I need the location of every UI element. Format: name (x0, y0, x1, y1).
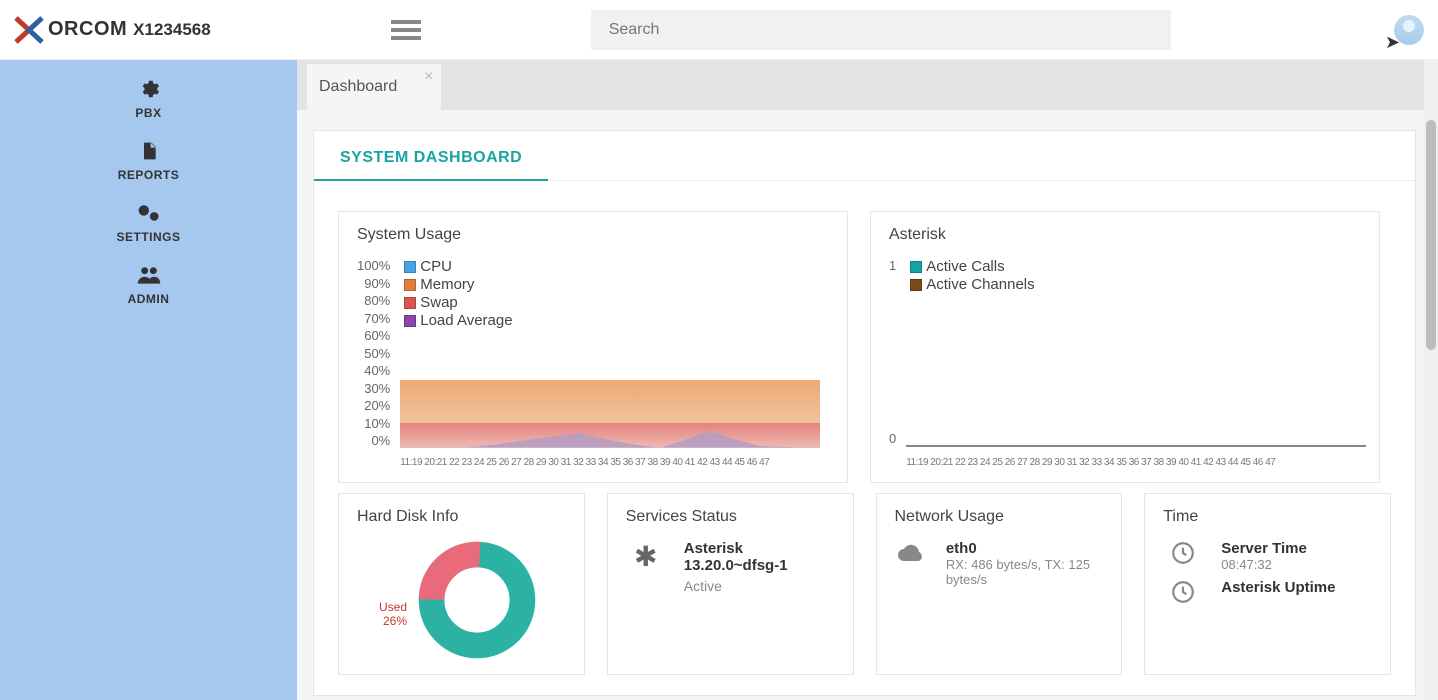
service-name: Asterisk (684, 540, 788, 557)
disk-donut-chart: Used 26% (357, 540, 537, 660)
legend-swatch-cpu-icon (404, 261, 416, 273)
card-title: Hard Disk Info (357, 508, 566, 526)
row-charts: System Usage 100%90%80%70%60%50%40%30%20… (314, 181, 1415, 493)
server-time-row: Server Time 08:47:32 (1163, 540, 1372, 573)
content-area: Dashboard × SYSTEM DASHBOARD System Usag… (297, 60, 1432, 700)
asterisk-chart: 10 Active Calls Active Channels 11:19 20… (889, 258, 1361, 468)
search-input[interactable] (591, 10, 1171, 50)
sidebar-item-reports[interactable]: REPORTS (107, 130, 190, 192)
panel-title[interactable]: SYSTEM DASHBOARD (314, 131, 548, 181)
service-row: ✱ Asterisk 13.20.0~dfsg-1 Active (626, 540, 835, 594)
card-title: System Usage (357, 226, 829, 244)
sidebar-item-label: SETTINGS (116, 230, 180, 244)
chart-plot-area: Active Calls Active Channels 11:19 20:21… (906, 258, 1361, 468)
service-version: 13.20.0~dfsg-1 (684, 557, 788, 574)
asterisk-icon: ✱ (626, 540, 666, 573)
server-time-label: Server Time (1221, 540, 1307, 557)
tab-label: Dashboard (319, 78, 397, 95)
sidebar-item-label: ADMIN (128, 292, 170, 306)
network-row: eth0 RX: 486 bytes/s, TX: 125 bytes/s (895, 540, 1104, 587)
system-usage-chart: 100%90%80%70%60%50%40%30%20%10%0% CPU Me… (357, 258, 829, 468)
vertical-scrollbar[interactable] (1424, 60, 1438, 700)
users-icon (136, 262, 162, 288)
scroll-thumb[interactable] (1426, 120, 1436, 350)
service-state: Active (684, 578, 788, 594)
clock-icon (1163, 579, 1203, 612)
sidebar: PBX REPORTS SETTINGS ADMIN (0, 60, 297, 700)
legend-swatch-activecalls-icon (910, 261, 922, 273)
card-time: Time Server Time 08:47:32 Asterisk Uptim… (1144, 493, 1391, 675)
area-chart-svg (400, 278, 820, 448)
dashboard-panel: SYSTEM DASHBOARD System Usage 100%90%80%… (313, 130, 1416, 696)
uptime-row: Asterisk Uptime (1163, 579, 1372, 612)
hamburger-icon (391, 20, 421, 24)
gear-icon (138, 76, 160, 102)
disk-used-percent: 26% (357, 614, 407, 628)
tab-bar: Dashboard × (297, 60, 1432, 110)
close-icon[interactable]: × (424, 68, 433, 86)
menu-toggle-button[interactable] (391, 15, 421, 45)
brand-logo: ORCOM X1234568 (14, 15, 211, 45)
card-title: Asterisk (889, 226, 1361, 244)
user-avatar[interactable] (1394, 15, 1424, 45)
chart-y-axis: 10 (889, 258, 902, 446)
tab-dashboard[interactable]: Dashboard × (307, 64, 441, 110)
sidebar-item-label: REPORTS (118, 168, 180, 182)
card-hard-disk: Hard Disk Info Used 26% (338, 493, 585, 675)
sidebar-item-admin[interactable]: ADMIN (107, 254, 190, 316)
chart-x-axis: 11:19 20:21 22 23 24 25 26 27 28 29 30 3… (906, 457, 1361, 468)
brand-logo-mark (14, 15, 44, 45)
line-chart-svg (906, 278, 1366, 448)
brand-name: ORCOM (48, 18, 127, 41)
top-header: ORCOM X1234568 (0, 0, 1438, 60)
search-container (591, 10, 1171, 50)
cloud-icon (895, 540, 928, 572)
card-network-usage: Network Usage eth0 RX: 486 bytes/s, TX: … (876, 493, 1123, 675)
clock-icon (1163, 540, 1203, 573)
card-services-status: Services Status ✱ Asterisk 13.20.0~dfsg-… (607, 493, 854, 675)
server-time-value: 08:47:32 (1221, 557, 1307, 572)
disk-used-label: Used (357, 600, 407, 614)
file-icon (139, 138, 159, 164)
card-system-usage: System Usage 100%90%80%70%60%50%40%30%20… (338, 211, 848, 483)
card-asterisk: Asterisk 10 Active Calls Active Channels… (870, 211, 1380, 483)
uptime-label: Asterisk Uptime (1221, 579, 1335, 596)
chart-y-axis: 100%90%80%70%60%50%40%30%20%10%0% (357, 258, 396, 448)
card-title: Services Status (626, 508, 835, 526)
brand-model: X1234568 (133, 20, 211, 40)
chart-x-axis: 11:19 20:21 22 23 24 25 26 27 28 29 30 3… (400, 457, 829, 468)
card-title: Network Usage (895, 508, 1104, 526)
network-stats: RX: 486 bytes/s, TX: 125 bytes/s (946, 557, 1103, 587)
network-interface: eth0 (946, 540, 1103, 557)
sidebar-item-settings[interactable]: SETTINGS (107, 192, 190, 254)
sidebar-item-label: PBX (135, 106, 161, 120)
gears-icon (136, 200, 162, 226)
chart-plot-area: CPU Memory Swap Load Average (400, 258, 829, 468)
row-widgets: Hard Disk Info Used 26% Services Status … (314, 493, 1415, 675)
sidebar-item-pbx[interactable]: PBX (107, 68, 190, 130)
card-title: Time (1163, 508, 1372, 526)
